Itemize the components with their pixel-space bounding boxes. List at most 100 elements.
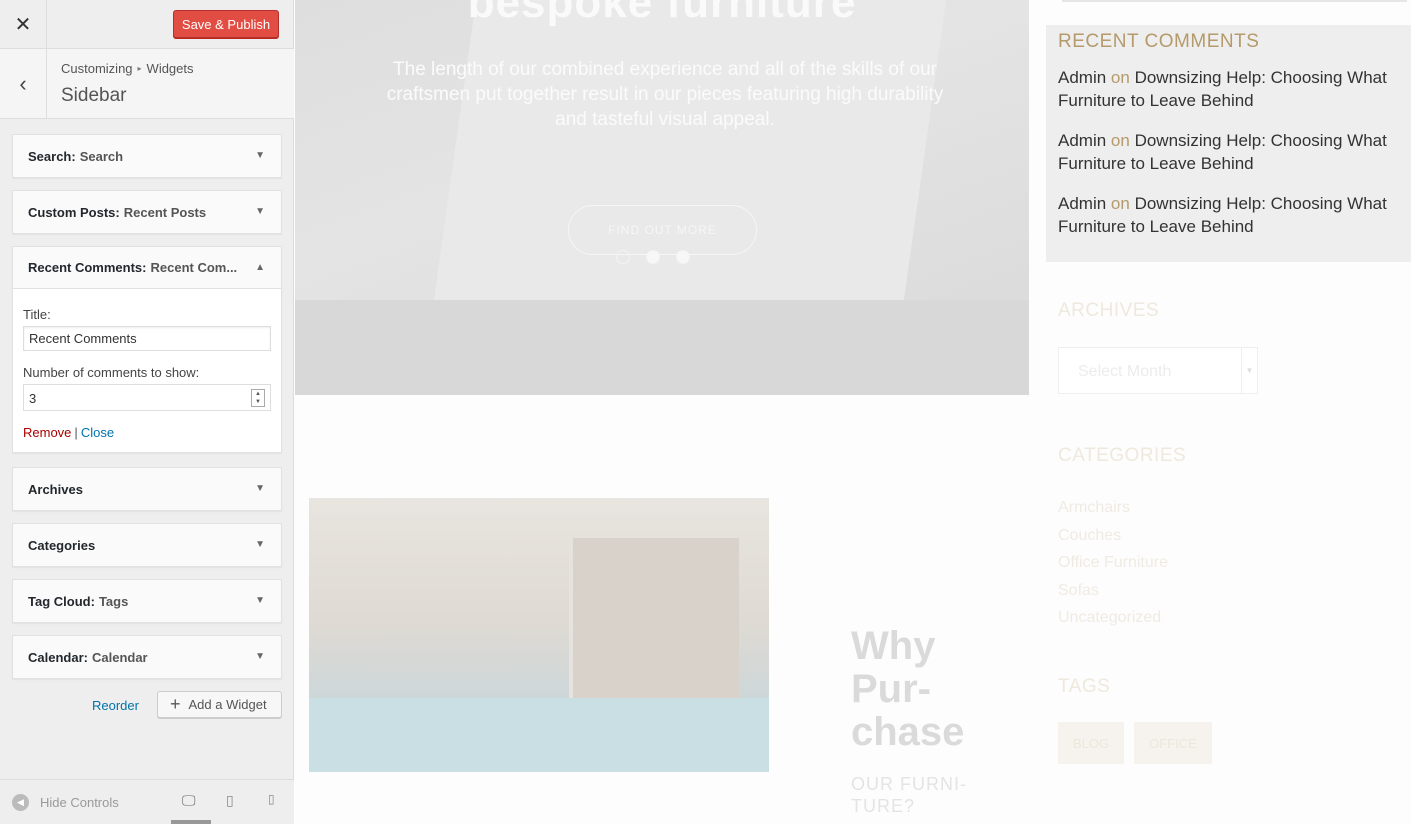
widget-sep: :: [115, 204, 120, 220]
archives-title: ARCHIVES: [1058, 300, 1160, 321]
comment-author: Admin: [1058, 131, 1107, 150]
widget-subtitle: Search: [79, 148, 124, 164]
widget-custom-posts: Custom Posts: Recent Posts ▼: [12, 190, 282, 234]
title-input[interactable]: [23, 326, 271, 351]
add-widget-button[interactable]: + Add a Widget: [157, 691, 282, 718]
widget-subtitle: Recent Com...: [150, 260, 238, 275]
widget-calendar: Calendar: Calendar ▼: [12, 635, 282, 679]
find-out-more-button[interactable]: FIND OUT MORE: [568, 205, 757, 255]
section-header: ‹ Customizing ▸ Widgets Sidebar: [0, 49, 294, 119]
customizer-footer: ◀ Hide Controls 🖵 ▯ ▯: [0, 779, 294, 824]
expand-arrow-icon[interactable]: ▼: [255, 483, 265, 494]
image-pool-water: [309, 698, 769, 772]
pipe-separator: |: [74, 425, 78, 440]
number-spinner[interactable]: ▲ ▼: [251, 389, 265, 407]
expand-arrow-icon[interactable]: ▼: [255, 595, 265, 606]
comment-post-link[interactable]: Downsizing Help: Choosing What Furniture…: [1058, 194, 1387, 236]
category-link[interactable]: Office Furniture: [1058, 549, 1168, 577]
why-purchase-heading: Why Pur- chase: [851, 625, 964, 754]
image-glass-doors: [569, 538, 739, 698]
save-publish-button[interactable]: Save & Publish: [173, 10, 279, 38]
widget-subtitle: Tags: [98, 593, 129, 609]
slider-dots: [616, 250, 690, 264]
tag-link[interactable]: OFFICE: [1134, 722, 1212, 764]
hero-text: The length of our combined experience an…: [386, 59, 944, 130]
category-link[interactable]: Uncategorized: [1058, 604, 1168, 632]
why-purchase-subheading: OUR FURNI- TURE?: [851, 773, 967, 817]
why-line: chase: [851, 710, 965, 754]
expand-arrow-icon[interactable]: ▼: [255, 206, 265, 217]
hero-slider: bespoke furniture The length of our comb…: [295, 0, 1029, 395]
breadcrumb-parent: Customizing: [61, 61, 133, 76]
expand-arrow-icon[interactable]: ▼: [255, 150, 265, 161]
slider-dot[interactable]: [616, 250, 630, 264]
hero-title: bespoke furniture: [467, 0, 857, 27]
tablet-preview-icon[interactable]: ▯: [226, 792, 234, 809]
tags-title: TAGS: [1058, 676, 1111, 697]
add-widget-label: Add a Widget: [188, 697, 267, 712]
widget-actions: Reorder + Add a Widget: [0, 691, 294, 721]
tag-link[interactable]: BLOG: [1058, 722, 1125, 764]
widget-archives-header[interactable]: Archives ▼: [13, 468, 281, 510]
category-link[interactable]: Couches: [1058, 522, 1168, 550]
plus-icon: +: [170, 694, 181, 714]
remove-link[interactable]: Remove: [23, 425, 71, 440]
widget-recent-comments-header[interactable]: Recent Comments: Recent Com... ▲: [13, 247, 281, 289]
comment-on: on: [1110, 68, 1130, 87]
widget-search: Search: Search ▼: [12, 134, 282, 178]
comment-post-link[interactable]: Downsizing Help: Choosing What Furniture…: [1058, 131, 1387, 173]
customizer-panel: ✕ Save & Publish ‹ Customizing ▸ Widgets S…: [0, 0, 294, 824]
widget-tag-cloud-header[interactable]: Tag Cloud: Tags ▼: [13, 580, 281, 622]
close-icon[interactable]: ✕: [0, 0, 47, 48]
breadcrumb-separator-icon: ▸: [137, 64, 142, 73]
slider-dot[interactable]: [676, 250, 690, 264]
number-input[interactable]: 3 ▲ ▼: [23, 384, 271, 411]
section-title: Sidebar: [61, 85, 127, 106]
spin-down-icon[interactable]: ▼: [255, 399, 261, 405]
reorder-link[interactable]: Reorder: [92, 698, 139, 713]
widget-sep: :: [142, 260, 147, 275]
why-sub-line: TURE?: [851, 796, 916, 816]
widget-search-header[interactable]: Search: Search ▼: [13, 135, 281, 177]
expand-arrow-icon[interactable]: ▼: [255, 651, 265, 662]
title-label: Title:: [23, 307, 51, 322]
widget-name: Custom Posts: [28, 204, 116, 220]
widget-recent-comments: Recent Comments:Recent Com... ▲ Title: N…: [12, 246, 282, 453]
widget-categories-header[interactable]: Categories ▼: [13, 524, 281, 566]
expand-arrow-icon[interactable]: ▼: [255, 539, 265, 550]
number-label: Number of comments to show:: [23, 365, 200, 380]
close-link[interactable]: Close: [81, 425, 114, 440]
widget-name: Tag Cloud: [28, 593, 91, 609]
widget-name: Calendar: [28, 649, 84, 665]
widget-sep: :: [83, 649, 88, 665]
mobile-preview-icon[interactable]: ▯: [268, 792, 275, 806]
comment-author: Admin: [1058, 194, 1107, 213]
desktop-preview-icon[interactable]: 🖵: [182, 792, 196, 809]
chevron-down-icon[interactable]: ▼: [1241, 348, 1257, 393]
back-arrow-icon[interactable]: ‹: [0, 49, 47, 118]
number-value: 3: [29, 391, 37, 406]
category-link[interactable]: Armchairs: [1058, 494, 1168, 522]
categories-title: CATEGORIES: [1058, 445, 1187, 466]
slider-dot[interactable]: [646, 250, 660, 264]
widget-custom-posts-header[interactable]: Custom Posts: Recent Posts ▼: [13, 191, 281, 233]
category-link[interactable]: Sofas: [1058, 577, 1168, 605]
archives-select[interactable]: Select Month ▼: [1058, 347, 1258, 394]
spin-up-icon[interactable]: ▲: [255, 391, 261, 397]
active-device-indicator: [171, 820, 211, 824]
tag-cloud: BLOG OFFICE: [1058, 722, 1212, 764]
collapse-arrow-icon[interactable]: ▲: [255, 262, 265, 273]
hide-controls-label: Hide Controls: [40, 795, 119, 810]
why-sub-line: OUR FURNI-: [851, 774, 967, 794]
widget-tag-cloud: Tag Cloud: Tags ▼: [12, 579, 282, 623]
recent-comments-list: Admin on Downsizing Help: Choosing What …: [1058, 66, 1399, 238]
recent-comments-title: RECENT COMMENTS: [1058, 31, 1260, 52]
categories-list: Armchairs Couches Office Furniture Sofas…: [1058, 494, 1168, 632]
hide-controls-button[interactable]: ◀ Hide Controls: [12, 794, 119, 811]
breadcrumb-current: Widgets: [146, 61, 194, 76]
widget-name: Categories: [28, 537, 96, 553]
widget-sep: :: [90, 593, 95, 609]
widget-calendar-header[interactable]: Calendar: Calendar ▼: [13, 636, 281, 678]
comment-post-link[interactable]: Downsizing Help: Choosing What Furniture…: [1058, 68, 1387, 110]
breadcrumb: Customizing ▸ Widgets: [61, 61, 194, 76]
